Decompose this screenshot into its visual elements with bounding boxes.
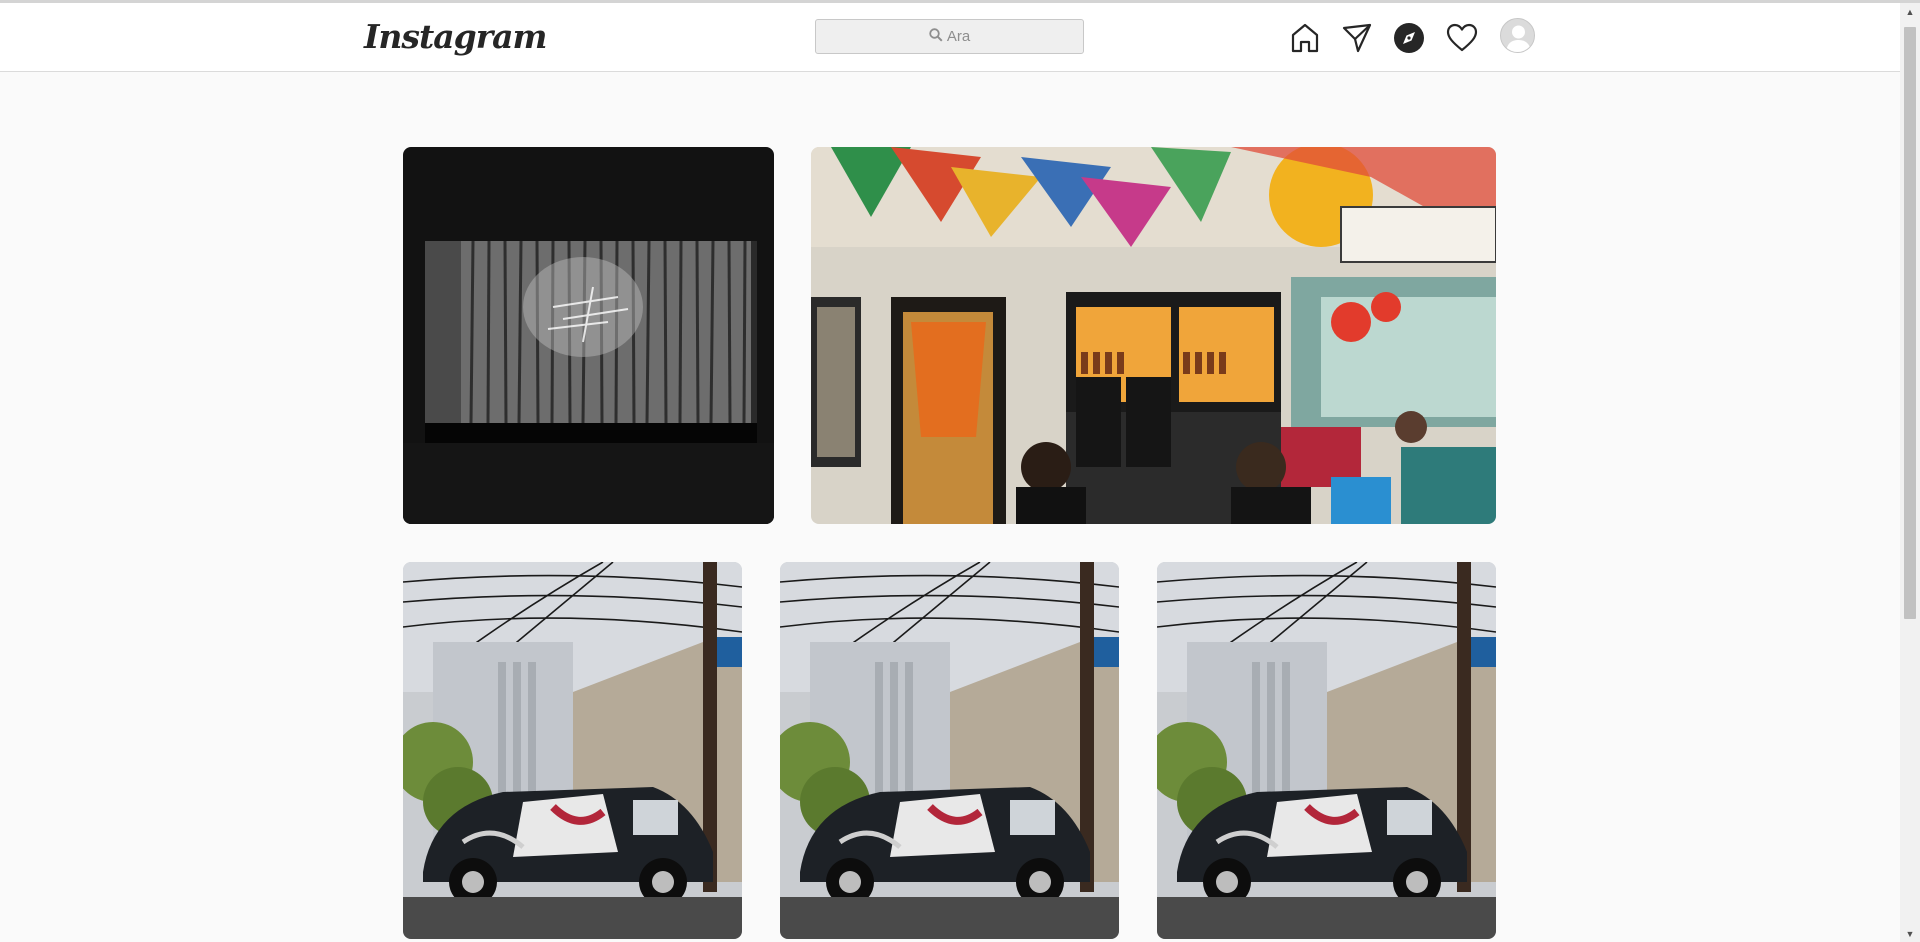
vertical-scrollbar[interactable]: ▲ ▼	[1900, 3, 1920, 942]
search-icon	[929, 27, 943, 46]
scrollbar-thumb[interactable]	[1904, 27, 1916, 619]
search-placeholder: Ara	[946, 28, 971, 45]
direct-message-icon[interactable]	[1340, 21, 1374, 55]
post-thumbnail-graffiti-van[interactable]	[1157, 562, 1496, 939]
home-icon[interactable]	[1288, 21, 1322, 55]
instagram-logo[interactable]: Instagram	[364, 17, 547, 56]
post-thumbnail-cafe[interactable]	[811, 147, 1496, 524]
post-thumbnail-graffiti-van[interactable]	[780, 562, 1119, 939]
scroll-down-arrow-icon[interactable]: ▼	[1900, 925, 1920, 942]
explore-icon[interactable]	[1392, 21, 1426, 55]
post-thumbnail-graffiti-van[interactable]	[403, 562, 742, 939]
activity-heart-icon[interactable]	[1445, 21, 1479, 55]
profile-avatar[interactable]	[1500, 18, 1535, 53]
scroll-up-arrow-icon[interactable]: ▲	[1900, 3, 1920, 20]
search-input[interactable]: Ara	[815, 19, 1084, 54]
post-thumbnail-theater[interactable]	[403, 147, 774, 524]
top-nav-bar: Instagram Ara	[0, 3, 1900, 72]
